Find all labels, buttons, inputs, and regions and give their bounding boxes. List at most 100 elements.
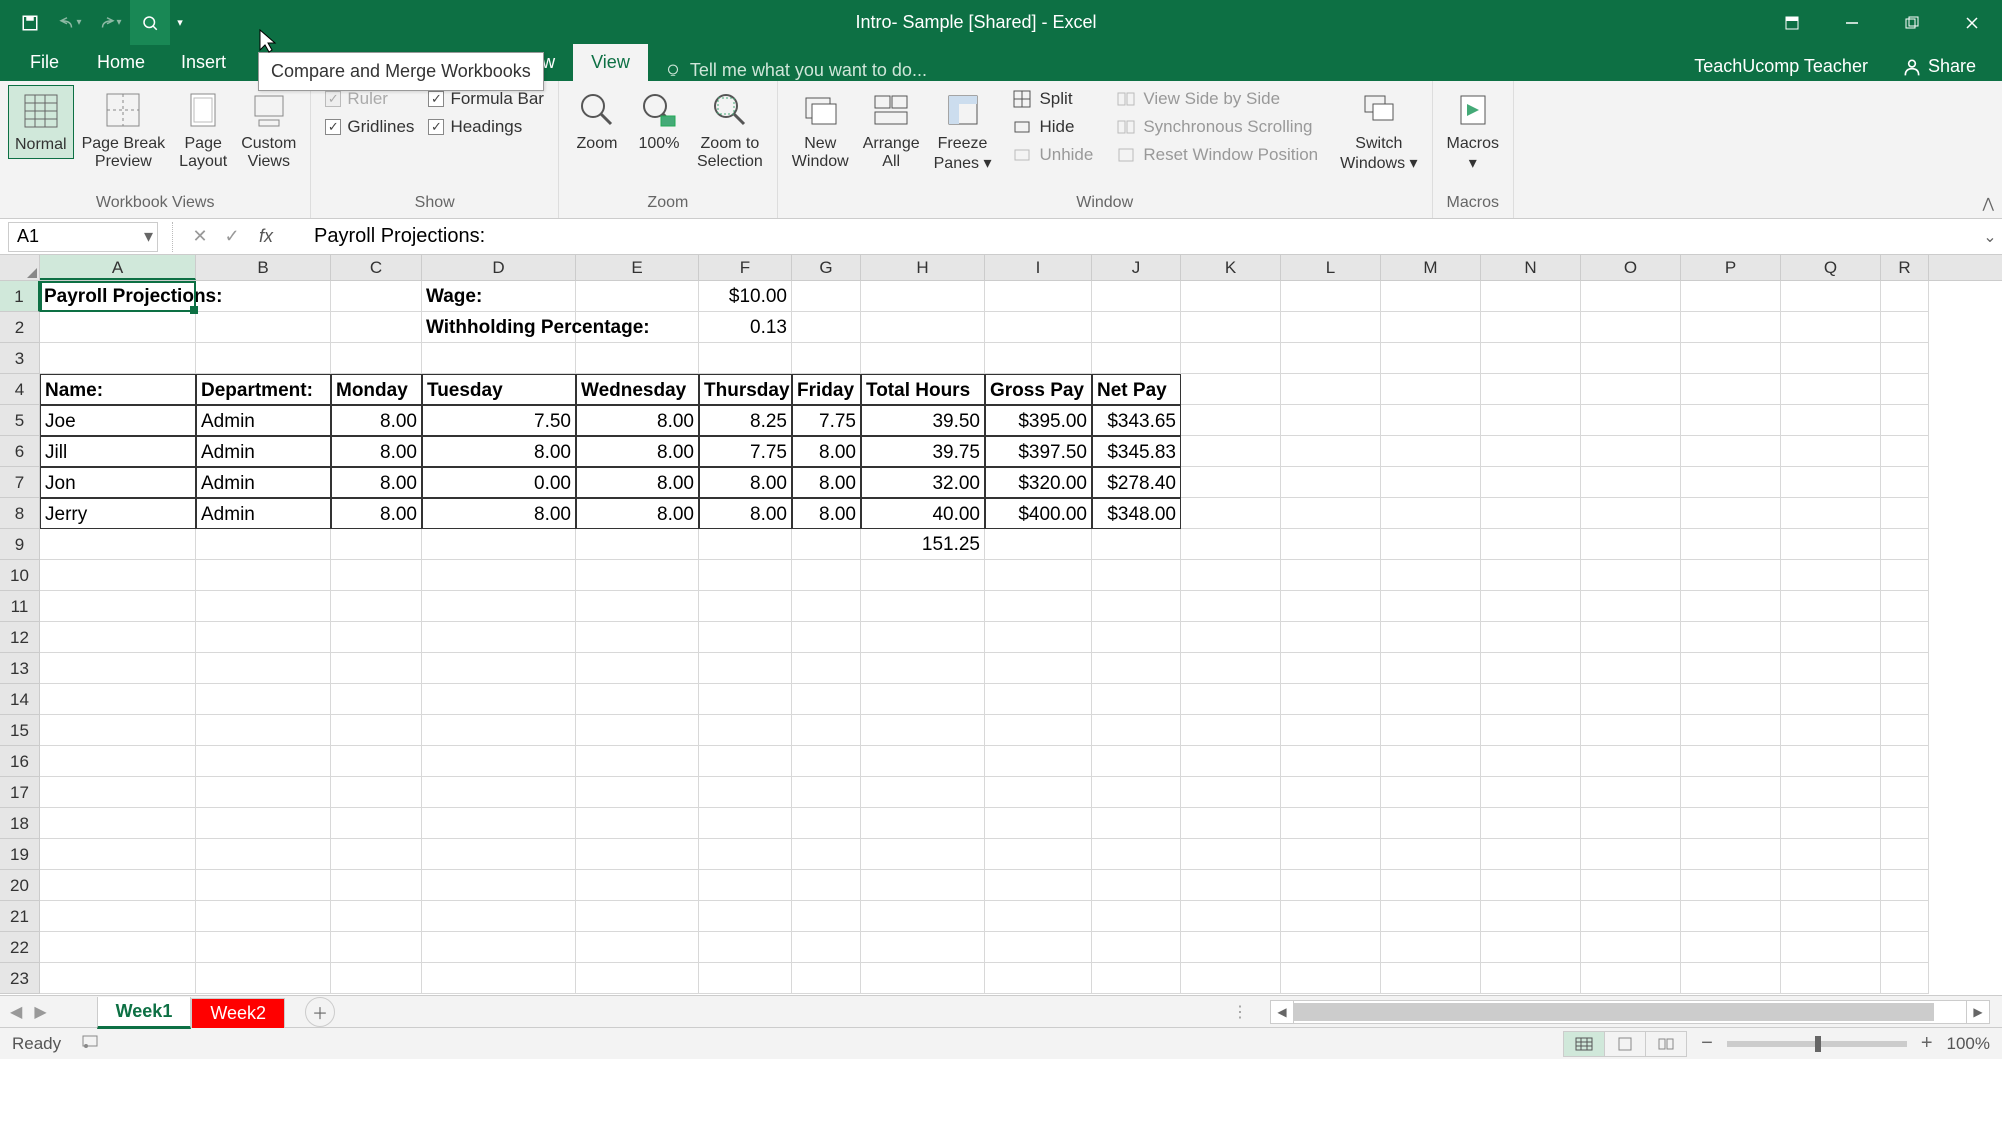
cell-G12[interactable]	[792, 622, 861, 653]
row-header-2[interactable]: 2	[0, 312, 40, 343]
row-header-3[interactable]: 3	[0, 343, 40, 374]
cell-J19[interactable]	[1092, 839, 1181, 870]
cell-K20[interactable]	[1181, 870, 1281, 901]
cell-M14[interactable]	[1381, 684, 1481, 715]
cell-F9[interactable]	[699, 529, 792, 560]
cell-J11[interactable]	[1092, 591, 1181, 622]
cell-H1[interactable]	[861, 281, 985, 312]
cell-N5[interactable]	[1481, 405, 1581, 436]
cell-G8[interactable]: 8.00	[792, 498, 861, 529]
cell-B7[interactable]: Admin	[196, 467, 331, 498]
cell-L22[interactable]	[1281, 932, 1381, 963]
cell-R13[interactable]	[1881, 653, 1929, 684]
cell-O18[interactable]	[1581, 808, 1681, 839]
cell-H16[interactable]	[861, 746, 985, 777]
zoom-out-button[interactable]: −	[1701, 1032, 1713, 1055]
cell-I5[interactable]: $395.00	[985, 405, 1092, 436]
cell-Q1[interactable]	[1781, 281, 1881, 312]
sheet-tab-week1[interactable]: Week1	[97, 997, 192, 1029]
arrange-all-button[interactable]: Arrange All	[857, 85, 926, 175]
cell-G22[interactable]	[792, 932, 861, 963]
cell-D16[interactable]	[422, 746, 576, 777]
cell-B8[interactable]: Admin	[196, 498, 331, 529]
cell-A12[interactable]	[40, 622, 196, 653]
cell-N15[interactable]	[1481, 715, 1581, 746]
cell-R10[interactable]	[1881, 560, 1929, 591]
select-all-corner[interactable]	[0, 255, 40, 280]
cell-A4[interactable]: Name:	[40, 374, 196, 405]
column-header-P[interactable]: P	[1681, 255, 1781, 280]
cell-I8[interactable]: $400.00	[985, 498, 1092, 529]
cell-J18[interactable]	[1092, 808, 1181, 839]
cell-D7[interactable]: 0.00	[422, 467, 576, 498]
cell-I4[interactable]: Gross Pay	[985, 374, 1092, 405]
cell-F7[interactable]: 8.00	[699, 467, 792, 498]
cell-N16[interactable]	[1481, 746, 1581, 777]
cell-A19[interactable]	[40, 839, 196, 870]
column-header-I[interactable]: I	[985, 255, 1092, 280]
cell-L9[interactable]	[1281, 529, 1381, 560]
cell-A21[interactable]	[40, 901, 196, 932]
cell-E1[interactable]	[576, 281, 699, 312]
cell-O17[interactable]	[1581, 777, 1681, 808]
cell-P17[interactable]	[1681, 777, 1781, 808]
cell-I1[interactable]	[985, 281, 1092, 312]
cell-I20[interactable]	[985, 870, 1092, 901]
row-header-10[interactable]: 10	[0, 560, 40, 591]
cell-O3[interactable]	[1581, 343, 1681, 374]
cancel-formula-button[interactable]: ✕	[184, 226, 216, 247]
cell-D8[interactable]: 8.00	[422, 498, 576, 529]
cell-P3[interactable]	[1681, 343, 1781, 374]
cell-P2[interactable]	[1681, 312, 1781, 343]
cell-R4[interactable]	[1881, 374, 1929, 405]
cell-P16[interactable]	[1681, 746, 1781, 777]
cell-I10[interactable]	[985, 560, 1092, 591]
cell-J3[interactable]	[1092, 343, 1181, 374]
cell-J16[interactable]	[1092, 746, 1181, 777]
name-box[interactable]: A1 ▾	[8, 222, 158, 252]
cell-R9[interactable]	[1881, 529, 1929, 560]
cell-Q13[interactable]	[1781, 653, 1881, 684]
cell-Q15[interactable]	[1781, 715, 1881, 746]
cell-E6[interactable]: 8.00	[576, 436, 699, 467]
cell-I16[interactable]	[985, 746, 1092, 777]
cell-R7[interactable]	[1881, 467, 1929, 498]
cell-C6[interactable]: 8.00	[331, 436, 422, 467]
cell-F3[interactable]	[699, 343, 792, 374]
cell-A23[interactable]	[40, 963, 196, 994]
cell-E4[interactable]: Wednesday	[576, 374, 699, 405]
cell-I11[interactable]	[985, 591, 1092, 622]
cell-K2[interactable]	[1181, 312, 1281, 343]
cell-L19[interactable]	[1281, 839, 1381, 870]
row-header-14[interactable]: 14	[0, 684, 40, 715]
cell-Q5[interactable]	[1781, 405, 1881, 436]
cell-F2[interactable]: 0.13	[699, 312, 792, 343]
cell-H21[interactable]	[861, 901, 985, 932]
cell-L15[interactable]	[1281, 715, 1381, 746]
zoom-selection-button[interactable]: Zoom to Selection	[691, 85, 769, 175]
fx-button[interactable]: fx	[248, 226, 284, 247]
cell-O23[interactable]	[1581, 963, 1681, 994]
cell-R23[interactable]	[1881, 963, 1929, 994]
cell-F15[interactable]	[699, 715, 792, 746]
cell-K8[interactable]	[1181, 498, 1281, 529]
cell-F14[interactable]	[699, 684, 792, 715]
cell-R14[interactable]	[1881, 684, 1929, 715]
row-header-20[interactable]: 20	[0, 870, 40, 901]
cell-J20[interactable]	[1092, 870, 1181, 901]
cell-D15[interactable]	[422, 715, 576, 746]
cell-G7[interactable]: 8.00	[792, 467, 861, 498]
cell-R12[interactable]	[1881, 622, 1929, 653]
cell-R17[interactable]	[1881, 777, 1929, 808]
custom-views-button[interactable]: Custom Views	[235, 85, 302, 175]
cell-L4[interactable]	[1281, 374, 1381, 405]
cell-M2[interactable]	[1381, 312, 1481, 343]
zoom-100-button[interactable]: 100%	[629, 85, 689, 157]
cell-P10[interactable]	[1681, 560, 1781, 591]
cell-F10[interactable]	[699, 560, 792, 591]
cell-D1[interactable]: Wage:	[422, 281, 576, 312]
cell-R3[interactable]	[1881, 343, 1929, 374]
cell-P12[interactable]	[1681, 622, 1781, 653]
cell-B18[interactable]	[196, 808, 331, 839]
cell-E9[interactable]	[576, 529, 699, 560]
